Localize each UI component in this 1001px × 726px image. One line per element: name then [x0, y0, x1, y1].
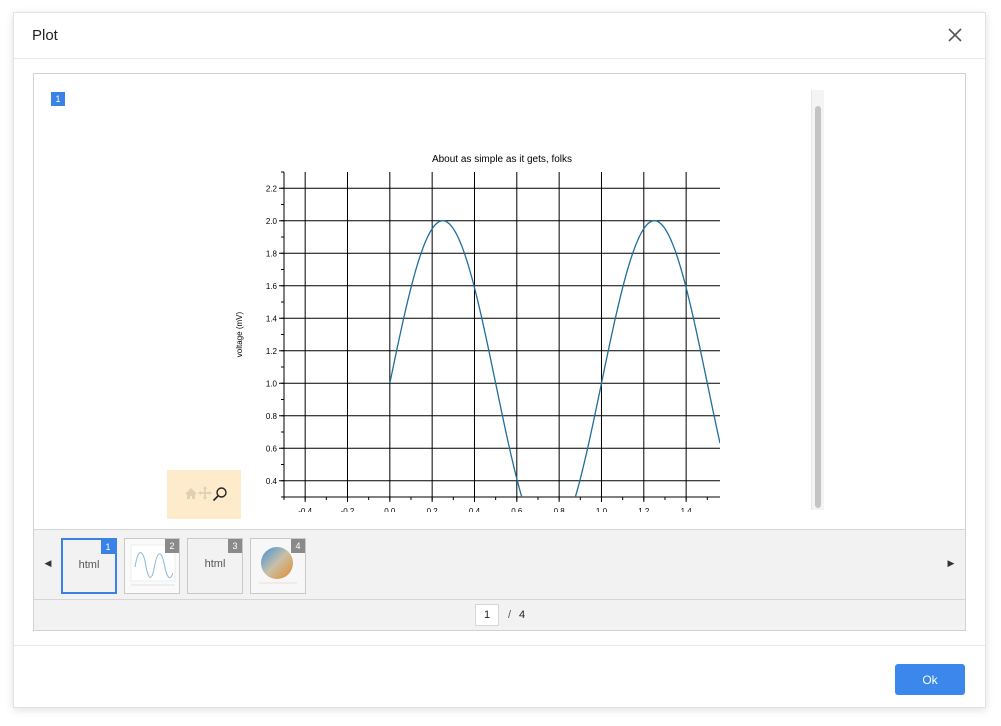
- y-tick-label: 0.6: [266, 444, 278, 453]
- plot-scrollbar[interactable]: [811, 90, 824, 510]
- thumbnail-3[interactable]: html 3: [187, 538, 243, 594]
- y-tick-label: 2.0: [266, 217, 278, 226]
- y-axis-label: voltage (mV): [235, 311, 244, 357]
- y-tick-label: 1.6: [266, 282, 278, 291]
- y-tick-label: 1.2: [266, 347, 278, 356]
- plot-area: 1 -0.4 -0.2 0.0 0.2 0.4 0.6 0.8 1.0 1.2 1.4 0.4 0.6…: [34, 74, 965, 529]
- series-line: [389, 220, 720, 497]
- thumbnail-strip: ◀ html 1 2 html 3 4 ▶: [34, 529, 965, 600]
- x-tick-label: 1.2: [638, 507, 650, 512]
- x-tick-label: 0.6: [511, 507, 523, 512]
- x-tick-label: 1.0: [596, 507, 608, 512]
- next-arrow-icon[interactable]: ▶: [945, 558, 957, 569]
- pan-icon[interactable]: [198, 486, 212, 502]
- y-tick-label: 1.8: [266, 249, 278, 258]
- x-tick-label: 0.2: [427, 507, 439, 512]
- close-button[interactable]: [945, 25, 965, 45]
- y-tick-label: 2.2: [266, 184, 278, 193]
- chart-title: About as simple as it gets, folks: [432, 154, 572, 165]
- x-tick-label: 0.8: [554, 507, 566, 512]
- line-chart[interactable]: -0.4 -0.2 0.0 0.2 0.4 0.6 0.8 1.0 1.2 1.4 0.4 0.6 0.…: [194, 112, 734, 512]
- page-total: 4: [519, 609, 526, 621]
- plot-toolbar: [167, 470, 241, 519]
- thumbnail-2[interactable]: 2: [124, 538, 180, 594]
- close-icon: [948, 28, 962, 42]
- x-tick-label: 0.4: [469, 507, 481, 512]
- y-tick-label: 1.0: [266, 379, 278, 388]
- thumbnail-label: html: [78, 559, 100, 571]
- y-tick-label: 0.4: [266, 477, 278, 486]
- y-tick-label: 1.4: [266, 314, 278, 323]
- x-tick-label: 1.4: [681, 507, 693, 512]
- plot-dialog: Plot 1 -0.4 -0.2 0.0 0.2 0.4 0.6 0.8 1.0 1.2 1.4 0…: [13, 12, 986, 708]
- pager: / 4: [34, 600, 965, 630]
- dialog-footer: Ok: [14, 645, 985, 707]
- x-tick-label: -0.2: [341, 507, 355, 512]
- ok-button[interactable]: Ok: [895, 664, 965, 695]
- page-separator: /: [508, 609, 512, 621]
- page-number-input[interactable]: [475, 604, 499, 626]
- dialog-header: Plot: [14, 13, 985, 59]
- thumbnail-number: 4: [291, 539, 305, 553]
- thumbnail-1[interactable]: html 1: [61, 538, 117, 594]
- thumbnail-number: 3: [228, 539, 242, 553]
- thumbnail-number: 2: [165, 539, 179, 553]
- figure-number-badge: 1: [51, 92, 65, 106]
- y-tick-label: 0.8: [266, 412, 278, 421]
- scrollbar-thumb[interactable]: [815, 106, 821, 508]
- x-tick-label: -0.4: [298, 507, 312, 512]
- x-tick-label: 0.0: [384, 507, 396, 512]
- thumbnail-number: 1: [101, 540, 115, 554]
- dialog-title: Plot: [32, 27, 58, 44]
- plot-viewer: 1 -0.4 -0.2 0.0 0.2 0.4 0.6 0.8 1.0 1.2 1.4 0.4 0.6…: [33, 73, 966, 631]
- thumbnail-4[interactable]: 4: [250, 538, 306, 594]
- thumbnail-label: html: [204, 558, 226, 570]
- prev-arrow-icon[interactable]: ◀: [42, 558, 54, 569]
- home-icon[interactable]: [184, 486, 198, 502]
- zoom-icon[interactable]: [212, 486, 228, 502]
